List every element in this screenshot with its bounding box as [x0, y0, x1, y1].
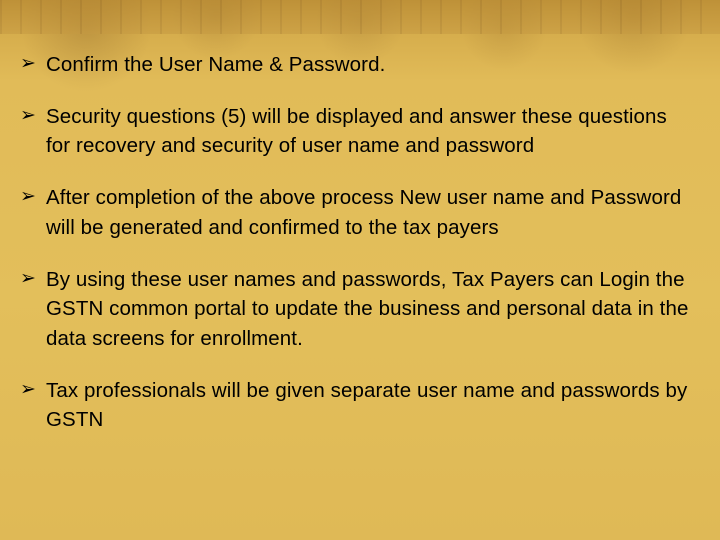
- list-item: Confirm the User Name & Password.: [20, 50, 690, 80]
- slide-content: Confirm the User Name & Password. Securi…: [20, 50, 690, 457]
- list-item: Security questions (5) will be displayed…: [20, 102, 690, 161]
- list-item: Tax professionals will be given separate…: [20, 376, 690, 435]
- bullet-text: By using these user names and passwords,…: [46, 268, 688, 350]
- bullet-text: After completion of the above process Ne…: [46, 186, 681, 239]
- list-item: After completion of the above process Ne…: [20, 183, 690, 242]
- bullet-text: Security questions (5) will be displayed…: [46, 105, 667, 158]
- bullet-text: Tax professionals will be given separate…: [46, 379, 687, 432]
- bullet-text: Confirm the User Name & Password.: [46, 53, 385, 76]
- list-item: By using these user names and passwords,…: [20, 265, 690, 354]
- decorative-top-strip: [0, 0, 720, 34]
- bullet-list: Confirm the User Name & Password. Securi…: [20, 50, 690, 435]
